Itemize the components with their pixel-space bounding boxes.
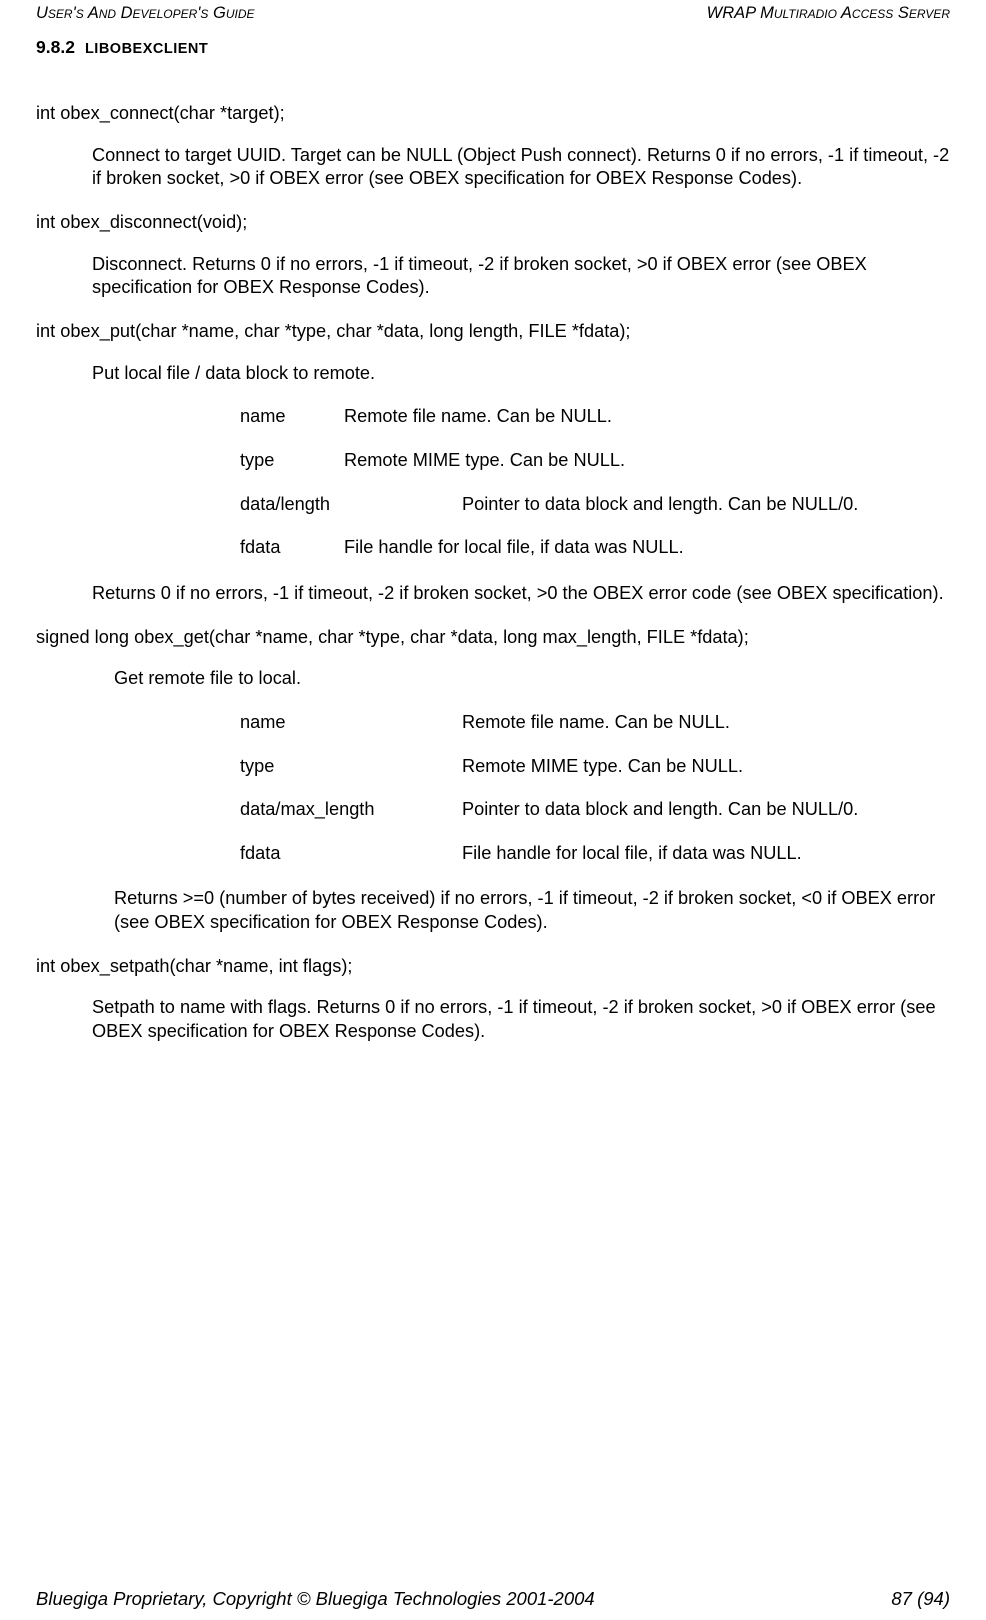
param-key: fdata <box>240 536 344 560</box>
param-val: File handle for local file, if data was … <box>344 536 950 560</box>
param-key: data/max_length <box>240 798 462 822</box>
param-row: data/max_length Pointer to data block an… <box>240 798 950 822</box>
fn-setpath-signature: int obex_setpath(char *name, int flags); <box>36 955 950 979</box>
param-val: Remote file name. Can be NULL. <box>462 711 950 735</box>
param-key: fdata <box>240 842 462 866</box>
footer-left: Bluegiga Proprietary, Copyright © Bluegi… <box>36 1588 595 1610</box>
fn-put-params: name Remote file name. Can be NULL. type… <box>240 405 950 560</box>
fn-setpath-desc: Setpath to name with flags. Returns 0 if… <box>92 996 950 1043</box>
param-row: data/length Pointer to data block and le… <box>240 493 950 517</box>
running-header: User's And Developer's Guide WRAP Multir… <box>36 0 950 23</box>
section-title: LIBOBEXCLIENT <box>85 41 208 57</box>
param-row: name Remote file name. Can be NULL. <box>240 711 950 735</box>
param-val: Remote file name. Can be NULL. <box>344 405 950 429</box>
param-row: type Remote MIME type. Can be NULL. <box>240 449 950 473</box>
section-number: 9.8.2 <box>36 37 75 58</box>
fn-get-returns: Returns >=0 (number of bytes received) i… <box>114 887 950 934</box>
fn-connect-signature: int obex_connect(char *target); <box>36 102 950 126</box>
param-row: fdata File handle for local file, if dat… <box>240 536 950 560</box>
fn-get-signature: signed long obex_get(char *name, char *t… <box>36 626 950 650</box>
param-row: fdata File handle for local file, if dat… <box>240 842 950 866</box>
header-right: WRAP Multiradio Access Server <box>707 4 950 23</box>
fn-connect-desc: Connect to target UUID. Target can be NU… <box>92 144 950 191</box>
document-page: User's And Developer's Guide WRAP Multir… <box>0 0 986 1620</box>
fn-put-returns: Returns 0 if no errors, -1 if timeout, -… <box>92 582 950 606</box>
fn-get-intro: Get remote file to local. <box>114 667 950 691</box>
param-row: type Remote MIME type. Can be NULL. <box>240 755 950 779</box>
param-row: name Remote file name. Can be NULL. <box>240 405 950 429</box>
param-val: Remote MIME type. Can be NULL. <box>462 755 950 779</box>
running-footer: Bluegiga Proprietary, Copyright © Bluegi… <box>36 1588 950 1610</box>
param-key: data/length <box>240 493 462 517</box>
header-left: User's And Developer's Guide <box>36 4 255 23</box>
body: int obex_connect(char *target); Connect … <box>36 102 950 1044</box>
param-key: type <box>240 755 462 779</box>
param-key: name <box>240 711 462 735</box>
fn-get-params: name Remote file name. Can be NULL. type… <box>240 711 950 866</box>
footer-page: 87 (94) <box>891 1588 950 1610</box>
param-val: File handle for local file, if data was … <box>462 842 950 866</box>
param-val: Pointer to data block and length. Can be… <box>462 493 950 517</box>
param-val: Remote MIME type. Can be NULL. <box>344 449 950 473</box>
param-val: Pointer to data block and length. Can be… <box>462 798 950 822</box>
param-key: type <box>240 449 344 473</box>
fn-disconnect-desc: Disconnect. Returns 0 if no errors, -1 i… <box>92 253 950 300</box>
fn-disconnect-signature: int obex_disconnect(void); <box>36 211 950 235</box>
fn-put-intro: Put local file / data block to remote. <box>92 362 950 386</box>
param-key: name <box>240 405 344 429</box>
section-heading: 9.8.2 LIBOBEXCLIENT <box>36 37 950 58</box>
fn-put-signature: int obex_put(char *name, char *type, cha… <box>36 320 950 344</box>
